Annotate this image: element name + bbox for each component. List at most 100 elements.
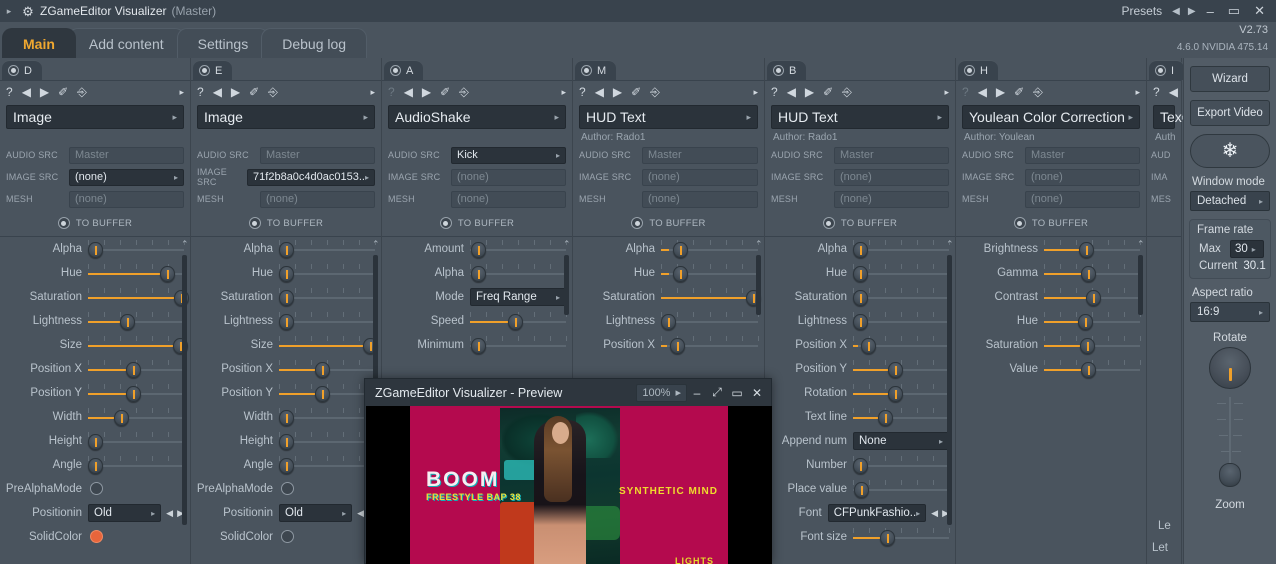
tab-settings[interactable]: Settings <box>176 28 270 58</box>
tab-add-content[interactable]: Add content <box>67 28 185 58</box>
slider-knob[interactable] <box>278 434 294 450</box>
slider-knob[interactable] <box>660 314 676 330</box>
audio-src-field[interactable]: Kick ▸ <box>451 146 566 164</box>
param-slider[interactable] <box>661 335 759 355</box>
spin-left-icon[interactable]: ◀ <box>931 508 938 519</box>
param-slider[interactable] <box>1044 287 1141 307</box>
column-menu-icon[interactable]: ▸ <box>753 87 758 97</box>
mesh-field[interactable]: (none) <box>260 190 375 208</box>
audio-src-field[interactable]: Master <box>642 146 758 164</box>
preview-close-icon[interactable]: ✕ <box>747 386 767 400</box>
to-buffer-toggle[interactable]: TO BUFFER <box>765 213 955 233</box>
maximize-icon[interactable]: ▭ <box>1223 3 1245 19</box>
mesh-field[interactable]: (none) <box>1025 190 1140 208</box>
effect-name-select[interactable]: Youlean Color Correction ▸ <box>962 105 1140 129</box>
param-slider[interactable] <box>661 263 759 283</box>
slider-knob[interactable] <box>853 482 869 498</box>
expand-arrow-icon[interactable]: ▸ <box>0 6 18 17</box>
column-scrollbar[interactable]: ⌃ <box>181 239 189 560</box>
next-effect-icon[interactable]: ▶ <box>40 86 49 98</box>
help-icon[interactable]: ? <box>388 86 395 98</box>
audio-src-field[interactable]: Master <box>69 146 184 164</box>
minimize-icon[interactable]: – <box>1202 4 1219 19</box>
help-icon[interactable]: ? <box>1153 86 1160 98</box>
to-buffer-radio-icon[interactable] <box>631 217 644 229</box>
audio-src-field[interactable]: Master <box>260 146 375 164</box>
slider-knob[interactable] <box>1085 290 1101 306</box>
param-slider[interactable] <box>853 479 950 499</box>
scroll-up-icon[interactable]: ⌃ <box>563 239 571 250</box>
paint-icon[interactable]: ✐ <box>58 86 68 98</box>
column-radio-icon[interactable] <box>1155 65 1166 76</box>
next-effect-icon[interactable]: ▶ <box>996 86 1005 98</box>
help-icon[interactable]: ? <box>197 86 204 98</box>
column-scrollbar[interactable]: ⌃ <box>1137 239 1145 560</box>
effect-name-select[interactable]: Image ▸ <box>6 105 184 129</box>
to-buffer-radio-icon[interactable] <box>57 217 70 229</box>
column-tab-H[interactable]: H <box>958 60 998 80</box>
preset-next-icon[interactable]: ▶ <box>1186 6 1198 17</box>
mesh-field[interactable]: (none) <box>69 190 184 208</box>
param-slider[interactable] <box>1044 359 1141 379</box>
param-slider[interactable] <box>470 239 567 259</box>
param-slider[interactable] <box>853 359 950 379</box>
param-toggle[interactable] <box>281 482 294 495</box>
param-toggle[interactable] <box>90 482 103 495</box>
paint-icon[interactable]: ✐ <box>1014 86 1024 98</box>
slider-knob[interactable] <box>852 458 868 474</box>
column-menu-icon[interactable]: ▸ <box>370 87 375 97</box>
slider-knob[interactable] <box>670 338 686 354</box>
param-slider[interactable] <box>88 311 185 331</box>
slider-knob[interactable] <box>87 242 103 258</box>
param-slider[interactable] <box>852 311 950 331</box>
param-slider[interactable] <box>88 359 185 379</box>
slider-knob[interactable] <box>278 290 294 306</box>
param-slider[interactable] <box>87 431 185 451</box>
next-effect-icon[interactable]: ▶ <box>613 86 622 98</box>
param-combo[interactable]: Old ▸ <box>88 504 162 522</box>
slider-knob[interactable] <box>673 242 689 258</box>
param-slider[interactable] <box>660 311 759 331</box>
image-src-field[interactable]: 71f2b8a0c4d0ac0153.. ▸ <box>247 168 375 186</box>
image-src-field[interactable]: (none) ▸ <box>69 168 184 186</box>
param-slider[interactable] <box>279 359 376 379</box>
preview-fullscreen-icon[interactable]: ⤢ <box>707 385 727 400</box>
tab-main[interactable]: Main <box>2 28 76 58</box>
spin-left-icon[interactable]: ◀ <box>166 508 173 519</box>
param-slider[interactable] <box>853 335 950 355</box>
copy-icon[interactable]: ⎆ <box>650 86 660 98</box>
column-tab-M[interactable]: M <box>575 60 617 80</box>
slider-knob[interactable] <box>87 458 103 474</box>
param-slider[interactable] <box>278 311 376 331</box>
zoom-slider[interactable] <box>1210 397 1250 497</box>
slider-knob[interactable] <box>852 314 868 330</box>
effect-name-select[interactable]: Image ▸ <box>197 105 375 129</box>
help-icon[interactable]: ? <box>771 86 778 98</box>
column-scrollbar[interactable]: ⌃ <box>946 239 954 560</box>
column-tab-D[interactable]: D <box>2 60 42 80</box>
slider-knob[interactable] <box>470 266 486 282</box>
slider-knob[interactable] <box>861 338 877 354</box>
preview-restore-icon[interactable]: ▭ <box>727 386 747 400</box>
to-buffer-toggle[interactable]: TO BUFFER <box>191 213 381 233</box>
param-combo[interactable]: None ▸ <box>853 432 949 450</box>
param-slider[interactable] <box>1044 239 1141 259</box>
column-radio-icon[interactable] <box>964 65 975 76</box>
slider-knob[interactable] <box>508 314 524 330</box>
param-slider[interactable] <box>88 263 185 283</box>
freeze-snowflake-icon[interactable]: ❄ <box>1190 134 1270 168</box>
param-slider[interactable] <box>1044 335 1141 355</box>
param-slider[interactable] <box>279 335 379 355</box>
scrollbar-thumb[interactable] <box>182 255 187 525</box>
param-slider[interactable] <box>278 287 376 307</box>
column-tab-A[interactable]: A <box>384 60 424 80</box>
param-slider[interactable] <box>853 383 950 403</box>
prev-effect-icon[interactable]: ◀ <box>978 86 987 98</box>
preset-prev-icon[interactable]: ◀ <box>1170 6 1182 17</box>
scrollbar-thumb[interactable] <box>1138 255 1143 315</box>
export-video-button[interactable]: Export Video <box>1190 100 1270 126</box>
copy-icon[interactable]: ⎆ <box>1033 86 1043 98</box>
to-buffer-radio-icon[interactable] <box>822 217 835 229</box>
image-src-field[interactable]: (none) <box>1025 168 1140 186</box>
scroll-up-icon[interactable]: ⌃ <box>372 239 380 250</box>
